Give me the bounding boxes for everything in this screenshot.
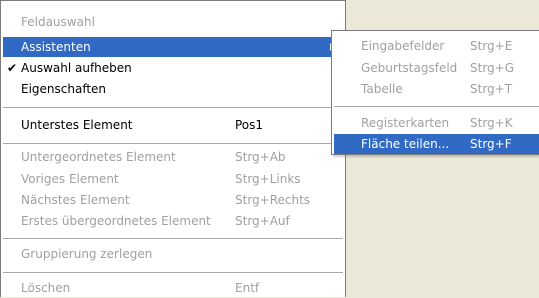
menu-item-shortcut: Strg+T [470,82,513,96]
submenu-item-registerkarten[interactable]: Registerkarten Strg+K [334,113,539,133]
menu-item-label: Geburtstagsfeld [361,61,458,75]
menu-separator [3,143,343,144]
menu-item-shortcut: Entf [235,281,260,295]
menu-item-assistenten[interactable]: Assistenten [3,37,343,57]
menu-separator [3,272,343,273]
menu-separator [334,106,539,107]
menu-item-label: Eingabefelder [361,39,445,53]
menu-item-naechstes-element[interactable]: Nächstes Element Strg+Rechts [3,190,343,210]
menu-item-label: Untergeordnetes Element [21,150,176,164]
menu-item-voriges-element[interactable]: Voriges Element Strg+Links [3,169,343,189]
menu-item-label: Tabelle [361,82,403,96]
menu-item-label: Feldauswahl [21,15,95,29]
menu-item-label: Unterstes Element [21,118,133,132]
menu-item-shortcut: Strg+Rechts [235,193,311,207]
submenu-item-tabelle[interactable]: Tabelle Strg+T [334,79,539,99]
menu-item-untergeordnetes-element[interactable]: Untergeordnetes Element Strg+Ab [3,147,343,167]
checkmark-icon: ✔ [7,61,18,75]
menu-item-label: Erstes übergeordnetes Element [21,214,211,228]
menu-item-shortcut: Strg+G [470,61,515,75]
submenu-item-flaeche-teilen[interactable]: Fläche teilen... Strg+F [334,134,539,154]
menu-item-label: Fläche teilen... [361,137,450,151]
menu-item-label: Assistenten [21,40,91,54]
menu-item-shortcut: Strg+Ab [235,150,286,164]
menu-item-feldauswahl[interactable]: Feldauswahl [3,12,343,32]
menu-item-label: Löschen [21,281,71,295]
menu-item-shortcut: Pos1 [235,118,264,132]
submenu-item-eingabefelder[interactable]: Eingabefelder Strg+E [334,36,539,56]
menu-item-label: Voriges Element [21,172,119,186]
submenu-item-geburtstagsfeld[interactable]: Geburtstagsfeld Strg+G [334,58,539,78]
menu-item-label: Nächstes Element [21,193,130,207]
menu-item-label: Auswahl aufheben [21,61,132,75]
assistenten-submenu: Eingabefelder Strg+E Geburtstagsfeld Str… [331,30,539,155]
menu-item-shortcut: Strg+F [470,137,512,151]
menu-item-eigenschaften[interactable]: Eigenschaften [3,79,343,99]
menu-item-auswahl-aufheben[interactable]: ✔ Auswahl aufheben [3,58,343,78]
menu-item-shortcut: Strg+Links [235,172,301,186]
menu-item-unterstes-element[interactable]: Unterstes Element Pos1 [3,115,343,135]
menu-item-gruppierung-zerlegen[interactable]: Gruppierung zerlegen [3,244,343,264]
menu-item-label: Eigenschaften [21,82,107,96]
menu-item-erstes-uebergeordnetes-element[interactable]: Erstes übergeordnetes Element Strg+Auf [3,211,343,231]
menu-item-shortcut: Strg+Auf [235,214,290,228]
menu-separator [3,238,343,239]
menu-item-label: Gruppierung zerlegen [21,247,153,261]
context-menu: Feldauswahl Assistenten ✔ Auswahl aufheb… [0,0,346,297]
menu-item-shortcut: Strg+K [470,116,513,130]
menu-item-label: Registerkarten [361,116,450,130]
menu-item-loeschen[interactable]: Löschen Entf [3,278,343,298]
menu-separator [3,107,343,108]
menu-item-shortcut: Strg+E [470,39,513,53]
